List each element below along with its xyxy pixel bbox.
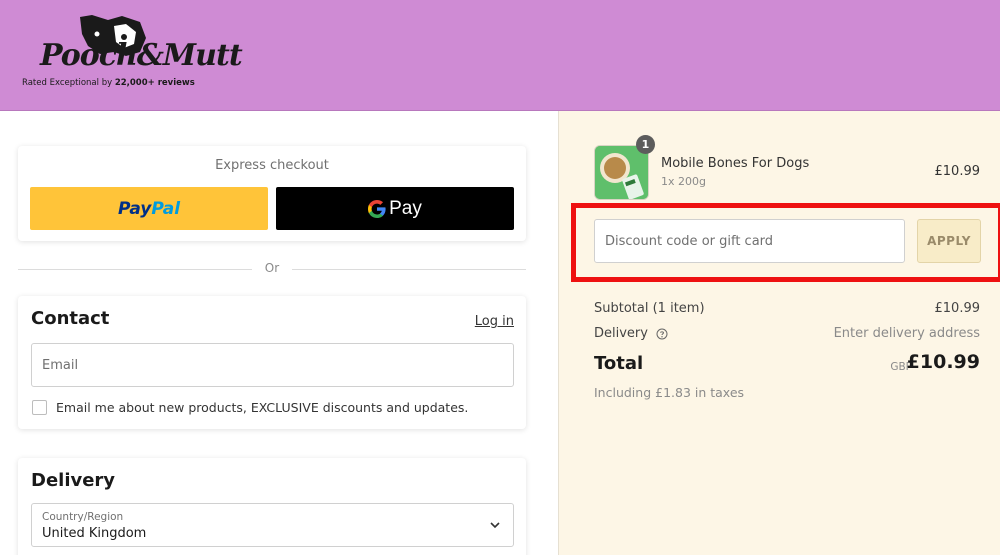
marketing-checkbox-label[interactable]: Email me about new products, EXCLUSIVE d… <box>56 400 468 415</box>
express-checkout-card: Express checkout Pay Pal Pay <box>18 146 526 241</box>
delivery-section: Delivery Country/Region United Kingdom <box>18 458 526 555</box>
login-link[interactable]: Log in <box>475 314 514 329</box>
total-value: £10.99 <box>906 351 980 373</box>
chevron-down-icon <box>490 522 500 529</box>
google-pay-label: Pay <box>389 197 422 219</box>
divider-line-left <box>18 269 252 270</box>
marketing-checkbox[interactable] <box>32 400 47 415</box>
brand-wordmark[interactable]: Pooch&Mutt <box>40 38 243 73</box>
country-select[interactable]: Country/Region United Kingdom <box>31 503 514 547</box>
checkout-main: Express checkout Pay Pal Pay Or Contact L… <box>0 111 558 555</box>
country-select-value: United Kingdom <box>42 526 147 541</box>
delivery-row: Delivery <box>594 326 668 341</box>
product-image <box>595 146 648 199</box>
product-thumbnail <box>594 145 649 200</box>
apply-discount-button[interactable]: APPLY <box>917 219 981 263</box>
discount-code-input[interactable] <box>594 219 905 263</box>
paypal-pay-text: Pay <box>117 198 152 219</box>
tagline-prefix: Rated Exceptional by <box>22 78 113 88</box>
product-variant: 1x 200g <box>661 175 706 188</box>
delivery-value: Enter delivery address <box>833 326 980 341</box>
site-header: Pooch&Mutt Rated Exceptional by 22,000+ … <box>0 0 1000 111</box>
or-divider: Or <box>18 261 526 277</box>
subtotal-label: Subtotal (1 item) <box>594 301 705 316</box>
express-checkout-title: Express checkout <box>215 158 329 173</box>
google-pay-button[interactable]: Pay <box>276 187 514 230</box>
help-circle-icon[interactable] <box>656 328 668 340</box>
taxes-note: Including £1.83 in taxes <box>594 385 745 400</box>
email-field[interactable] <box>31 343 514 387</box>
delivery-label: Delivery <box>594 326 648 341</box>
or-text: Or <box>264 261 280 275</box>
product-price: £10.99 <box>934 164 981 179</box>
tagline-reviews-count: 22,000+ reviews <box>114 78 195 88</box>
google-g-icon <box>368 199 386 218</box>
reviews-tagline: Rated Exceptional by 22,000+ reviews <box>22 78 195 88</box>
product-name: Mobile Bones For Dogs <box>661 156 810 171</box>
divider-line-right <box>292 269 526 270</box>
paypal-pal-text: Pal <box>151 198 181 219</box>
country-select-label: Country/Region <box>42 511 124 523</box>
subtotal-value: £10.99 <box>934 301 981 316</box>
paypal-button[interactable]: Pay Pal <box>30 187 268 230</box>
contact-section: Contact Log in Email me about new produc… <box>18 296 526 429</box>
quantity-badge: 1 <box>636 135 655 154</box>
contact-title: Contact <box>31 308 110 329</box>
delivery-title: Delivery <box>31 470 116 491</box>
total-label: Total <box>594 353 644 374</box>
order-summary: 1 Mobile Bones For Dogs 1x 200g £10.99 A… <box>558 111 1000 555</box>
